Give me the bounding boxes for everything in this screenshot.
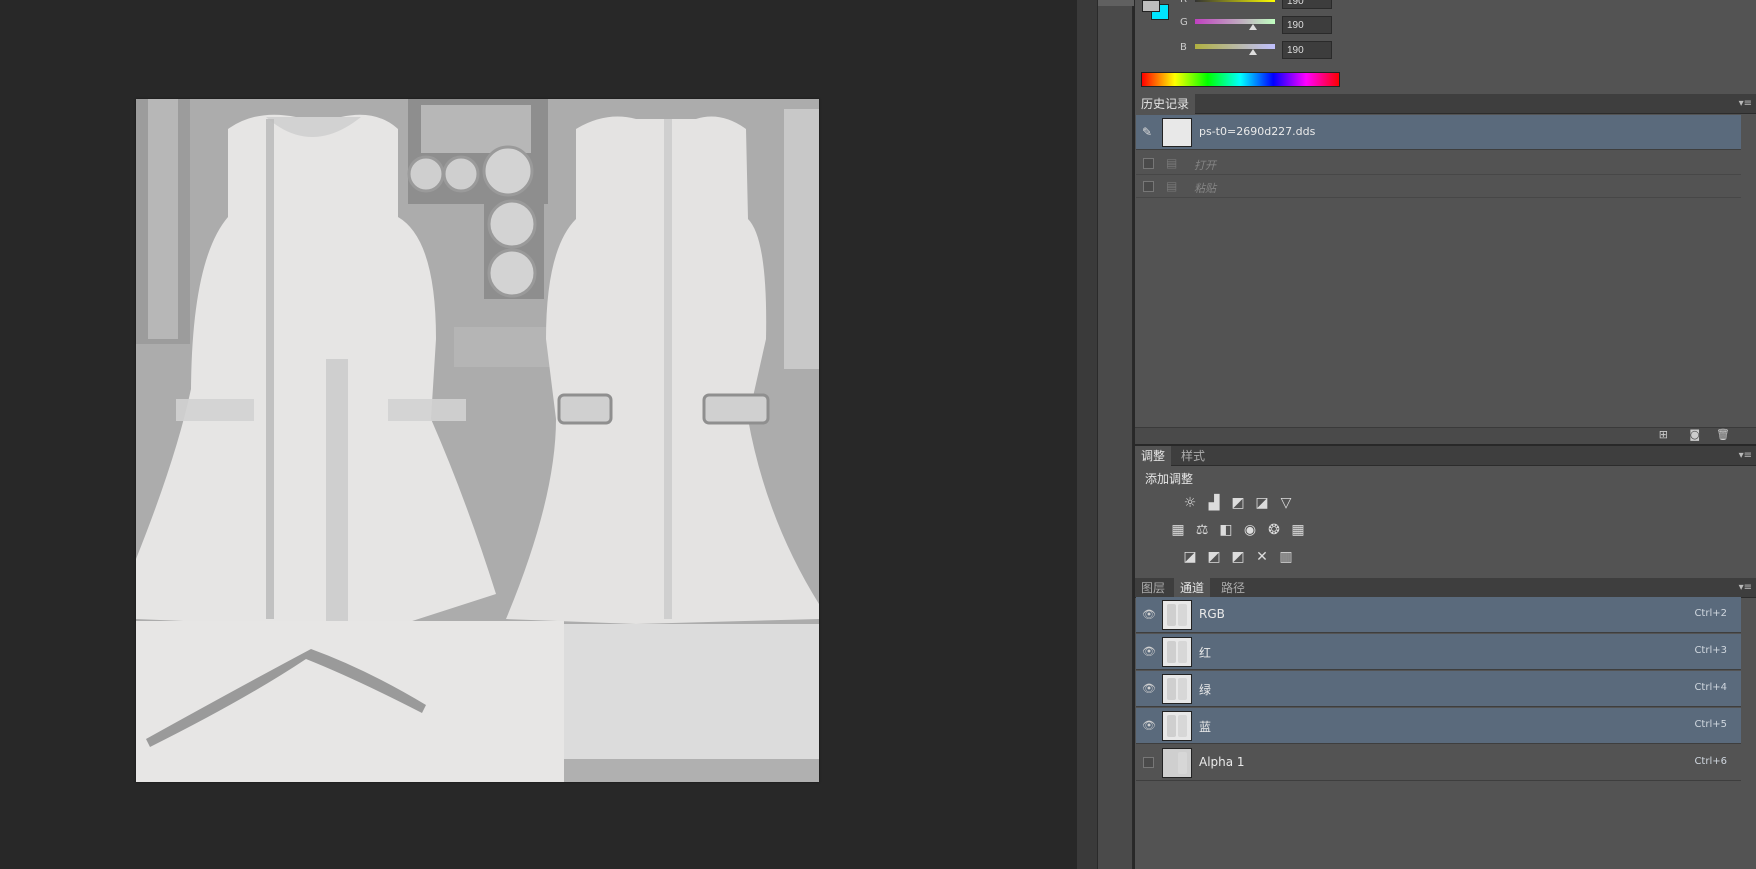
hue-saturation-icon[interactable]: ▦ [1170,522,1186,538]
history-panel: 历史记录 ▾≡ ✎ ps-t0=2690d227.dds ▤ 打开 ▤ 粘贴 ⊞… [1135,94,1756,444]
tab-adjustments[interactable]: 调整 [1135,446,1172,466]
tab-styles[interactable]: 样式 [1175,446,1211,466]
tab-history[interactable]: 历史记录 [1135,94,1196,114]
history-brush-icon[interactable]: ✎ [1142,125,1152,139]
tab-paths[interactable]: 路径 [1215,578,1251,598]
history-footer: ⊞ ◙ 🗑 [1135,427,1756,444]
g-slider[interactable] [1195,19,1275,24]
curves-icon[interactable]: ◩ [1230,495,1246,511]
snapshot-name: ps-t0=2690d227.dds [1199,125,1316,138]
color-lookup-icon[interactable]: ▦ [1290,522,1306,538]
invert-icon[interactable]: ◪ [1182,549,1198,565]
panel-menu-icon[interactable]: ▾≡ [1738,451,1752,461]
g-value-field[interactable] [1282,16,1332,34]
uv-texture-image [136,99,819,782]
tab-channels[interactable]: 通道 [1174,578,1211,598]
channel-thumbnail [1162,600,1192,630]
gradient-map-icon[interactable]: ▥ [1278,549,1294,565]
channel-row-alpha[interactable]: Alpha 1 Ctrl+6 [1136,745,1741,781]
camera-icon[interactable]: ◙ [1689,428,1700,441]
channel-name: 红 [1199,646,1212,660]
color-spectrum-ramp[interactable] [1141,72,1340,87]
b-value-field[interactable] [1282,41,1332,59]
color-panel: R G B [1135,0,1756,94]
new-document-icon[interactable]: ⊞ [1659,428,1668,441]
posterize-icon[interactable]: ◩ [1206,549,1222,565]
channel-mixer-icon[interactable]: ❂ [1266,522,1282,538]
channel-row-rgb[interactable]: 👁 RGB Ctrl+2 [1136,597,1741,633]
adjustments-panel: 调整 样式 ▾≡ 添加调整 ☼ ▟ ◩ ◪ ▽ ▦ ⚖ ◧ ◉ ❂ ▦ ◪ ◩ … [1135,446,1756,578]
b-slider-handle[interactable] [1249,49,1257,55]
channel-name: Alpha 1 [1199,755,1245,769]
visibility-checkbox[interactable] [1143,757,1154,768]
r-slider[interactable] [1195,0,1275,2]
history-snapshot-row[interactable]: ✎ ps-t0=2690d227.dds [1136,115,1741,150]
channel-row-green[interactable]: 👁 绿 Ctrl+4 [1136,671,1741,707]
document-icon: ▤ [1166,179,1178,193]
channel-shortcut: Ctrl+4 [1694,682,1727,693]
channel-name: RGB [1199,607,1225,621]
g-slider-handle[interactable] [1249,24,1257,30]
document-workspace [0,0,1077,869]
panel-menu-icon[interactable]: ▾≡ [1738,99,1752,109]
channel-shortcut: Ctrl+5 [1694,719,1727,730]
tab-layers[interactable]: 图层 [1135,578,1171,598]
selective-color-icon[interactable]: ✕ [1254,549,1270,565]
b-slider[interactable] [1195,44,1275,49]
eye-visibility-icon[interactable]: 👁 [1142,719,1156,733]
history-item-label: 粘贴 [1194,182,1216,195]
channel-name: 蓝 [1199,720,1212,734]
photo-filter-icon[interactable]: ◉ [1242,522,1258,538]
snapshot-thumbnail [1162,118,1192,147]
trash-icon[interactable]: 🗑 [1716,428,1730,441]
channel-shortcut: Ctrl+6 [1694,756,1727,767]
channel-thumbnail [1162,711,1192,741]
levels-icon[interactable]: ▟ [1206,495,1222,511]
r-label: R [1180,0,1187,5]
panel-menu-icon[interactable]: ▾≡ [1738,583,1752,593]
vibrance-icon[interactable]: ▽ [1278,495,1294,511]
exposure-icon[interactable]: ◪ [1254,495,1270,511]
channel-row-blue[interactable]: 👁 蓝 Ctrl+5 [1136,708,1741,744]
history-panel-header: 历史记录 ▾≡ [1135,94,1756,114]
color-balance-icon[interactable]: ⚖ [1194,522,1210,538]
brightness-contrast-icon[interactable]: ☼ [1182,495,1198,511]
panel-gutter [1077,0,1097,869]
history-item-checkbox[interactable] [1143,158,1154,169]
eye-visibility-icon[interactable]: 👁 [1142,682,1156,696]
threshold-icon[interactable]: ◩ [1230,549,1246,565]
eye-visibility-icon[interactable]: 👁 [1142,645,1156,659]
r-value-field[interactable] [1282,0,1332,9]
adjustments-panel-header: 调整 样式 ▾≡ [1135,446,1756,466]
channels-panel-header: 图层 通道 路径 ▾≡ [1135,578,1756,598]
texture-canvas[interactable] [136,99,819,782]
channel-thumbnail [1162,748,1192,778]
eye-visibility-icon[interactable]: 👁 [1142,608,1156,622]
channel-thumbnail [1162,637,1192,667]
channel-row-red[interactable]: 👁 红 Ctrl+3 [1136,634,1741,670]
channel-shortcut: Ctrl+2 [1694,608,1727,619]
channel-name: 绿 [1199,683,1212,697]
g-label: G [1180,17,1188,28]
document-icon: ▤ [1166,156,1178,170]
history-item-checkbox[interactable] [1143,181,1154,192]
black-white-icon[interactable]: ◧ [1218,522,1234,538]
channel-thumbnail [1162,674,1192,704]
add-adjustment-title: 添加调整 [1145,472,1194,486]
channel-shortcut: Ctrl+3 [1694,645,1727,656]
b-label: B [1180,42,1187,53]
history-item-open[interactable]: ▤ 打开 [1136,153,1741,175]
history-item-paste[interactable]: ▤ 粘贴 [1136,176,1741,198]
history-item-label: 打开 [1194,159,1216,172]
collapsed-panel-strip[interactable] [1097,0,1134,869]
